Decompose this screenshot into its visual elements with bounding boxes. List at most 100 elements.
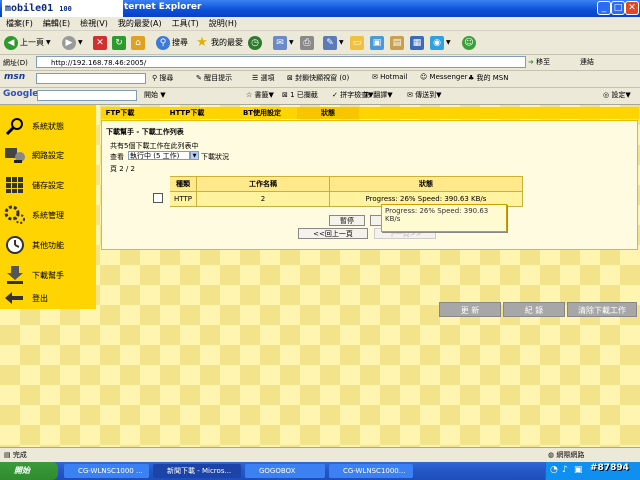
msn-popup-button[interactable]: ⊠ 封鎖快顯視窗 (0) — [287, 73, 349, 83]
menu-view[interactable]: 檢視(V) — [74, 17, 112, 29]
home-icon: ⌂ — [131, 35, 145, 50]
menu-help[interactable]: 說明(H) — [203, 17, 241, 29]
tool-icon: ▤ — [390, 35, 404, 50]
taskbar-item-cg-2[interactable]: CG-WLNSC1000... — [329, 464, 413, 478]
watermark: #87894 — [590, 463, 629, 473]
status-zone: ◍ 網際網路 — [548, 451, 585, 459]
app-icon: ◉ — [430, 35, 444, 50]
row-checkbox[interactable] — [153, 193, 163, 203]
msn-mymsn-button[interactable]: ♣ 我的 MSN — [468, 73, 508, 83]
go-arrow-icon: ➜ — [528, 58, 534, 66]
users-button[interactable]: ☺ — [462, 34, 476, 51]
folder-button[interactable]: ▭ — [350, 34, 364, 51]
page-content: 系統狀態 網路設定 儲存設定 系統管理 其他功能 下載幫手 登出 FTP下載 H… — [0, 105, 640, 447]
menu-tools[interactable]: 工具(T) — [166, 17, 203, 29]
sidebar-item-system-admin[interactable]: 系統管理 — [4, 202, 94, 228]
download-panel: 下載幫手 - 下載工作列表 共有5個下載工作在此列表中 查看 執行中 (5 工作… — [101, 120, 638, 250]
logout-arrow-icon — [4, 288, 26, 308]
msn-search-input[interactable] — [36, 73, 146, 84]
google-sendto-button[interactable]: ✉ 傳送到▼ — [407, 90, 441, 100]
google-toolbar: Google 開始 ▼ ☆ 書籤▼ ⊠ 1 已攔截 ✓ 拼字檢查▼ あ 翻譯▼ … — [0, 88, 640, 105]
go-button[interactable]: ➜ 移至 — [528, 57, 550, 67]
header-task-name: 工作名稱 — [196, 176, 330, 192]
print-icon: ⎙ — [300, 35, 314, 50]
sidebar-item-logout[interactable]: 登出 — [4, 289, 94, 307]
calendar-icon: ▦ — [410, 35, 424, 50]
address-label: 網址(D) — [3, 59, 28, 67]
tray-icon[interactable]: ◔ — [550, 465, 558, 475]
google-search-input[interactable] — [37, 90, 137, 101]
grid-icon — [4, 175, 26, 195]
taskbar-item-gogobox[interactable]: GOGOBOX — [245, 464, 325, 478]
clear-tasks-button[interactable]: 清除下載工作 — [567, 302, 637, 317]
forward-button[interactable]: ▶ ▼ — [62, 34, 83, 51]
status-tooltip: Progress: 26% Speed: 390.63 KB/s — [381, 204, 507, 232]
refresh-button[interactable]: ↻ — [112, 34, 126, 51]
minimize-icon[interactable]: _ — [597, 1, 611, 15]
search-button[interactable]: ⚲ 搜尋 — [156, 34, 188, 51]
msn-messenger-button[interactable]: ☺ Messenger — [420, 73, 468, 81]
maximize-icon[interactable]: □ — [611, 1, 625, 15]
tab-status[interactable]: 狀態 — [297, 107, 359, 119]
star-icon: ★ — [196, 34, 208, 50]
refresh-list-button[interactable]: 更 新 — [439, 302, 501, 317]
download-table: 種類 工作名稱 狀態 HTTP 2 Progress: 26% Speed: 3… — [146, 176, 523, 207]
download-icon — [4, 265, 26, 285]
skype-button[interactable]: ◉ ▼ — [430, 34, 451, 51]
google-popup-blocked[interactable]: ⊠ 1 已攔截 — [282, 90, 318, 100]
menu-favorites[interactable]: 我的最愛(A) — [112, 17, 166, 29]
forward-arrow-icon: ▶ — [62, 35, 76, 50]
taskbar: 開始 CG-WLNSC1000 ... 新聞下載 - Micros... GOG… — [0, 462, 640, 480]
view-select[interactable]: 執行中 (5 工作) — [128, 151, 190, 160]
pause-button[interactable]: 暫停 — [329, 215, 365, 226]
volume-icon[interactable]: ♪ — [562, 465, 568, 475]
menu-file[interactable]: 檔案(F) — [0, 17, 37, 29]
refresh-icon: ↻ — [112, 35, 126, 50]
mail-button[interactable]: ✉ ▼ — [273, 34, 294, 51]
back-button[interactable]: ◀ 上一頁 ▼ — [4, 34, 51, 51]
chevron-down-icon[interactable]: ▼ — [190, 151, 199, 160]
prev-page-button[interactable]: <<回上一頁 — [298, 228, 368, 239]
print-button[interactable]: ⎙ — [300, 34, 314, 51]
sidebar-item-download-helper[interactable]: 下載幫手 — [4, 262, 94, 288]
google-translate-button[interactable]: あ 翻譯▼ — [364, 90, 393, 100]
history-button[interactable]: ◷ — [248, 34, 262, 51]
msn-options-button[interactable]: ☰ 選項 — [252, 73, 275, 83]
tab-ftp-download[interactable]: FTP下載 — [101, 107, 139, 119]
network-icon — [4, 145, 26, 165]
links-button[interactable]: 連結 — [580, 57, 594, 67]
favorites-button[interactable]: ★ 我的最愛 — [195, 34, 243, 51]
sidebar-item-other[interactable]: 其他功能 — [4, 232, 94, 258]
taskbar-item-news[interactable]: 新聞下載 - Micros... — [153, 464, 241, 478]
address-input[interactable]: http://192.168.78.46:2005/ — [36, 56, 526, 68]
menu-edit[interactable]: 編輯(E) — [37, 17, 74, 29]
close-icon[interactable]: ✕ — [625, 1, 639, 15]
sidebar-item-system-status[interactable]: 系統狀態 — [4, 113, 94, 139]
tool-button[interactable]: ▤ — [390, 34, 404, 51]
msn-highlight-button[interactable]: ✎ 醒目提示 — [196, 73, 232, 83]
stop-icon: ✕ — [93, 35, 107, 50]
tab-bt-settings[interactable]: BT使用設定 — [227, 107, 297, 119]
stop-button[interactable]: ✕ — [93, 34, 107, 51]
msn-hotmail-button[interactable]: ✉ Hotmail — [372, 73, 407, 81]
view-suffix: 下載狀況 — [201, 153, 229, 161]
toolbar: ◀ 上一頁 ▼ ▶ ▼ ✕ ↻ ⌂ ⚲ 搜尋 ★ 我的最愛 ◷ ✉ ▼ ⎙ ✎ ▼ ▭ ▣ … — [0, 31, 640, 55]
calendar-button[interactable]: ▦ — [410, 34, 424, 51]
google-start-button[interactable]: 開始 ▼ — [144, 90, 166, 100]
msn-search-button[interactable]: ⚲ 搜尋 — [152, 73, 173, 83]
edit-button[interactable]: ✎ ▼ — [323, 34, 344, 51]
task-summary: 共有5個下載工作在此列表中 — [110, 142, 199, 150]
log-button[interactable]: 紀 錄 — [503, 302, 565, 317]
home-button[interactable]: ⌂ — [131, 34, 145, 51]
sidebar-item-network[interactable]: 網路設定 — [4, 142, 94, 168]
page-indicator: 頁 2 / 2 — [110, 165, 135, 173]
start-button[interactable]: 開始 — [0, 462, 58, 480]
taskbar-item-cg-1[interactable]: CG-WLNSC1000 ... — [64, 464, 149, 478]
tab-http-download[interactable]: HTTP下載 — [157, 107, 217, 119]
google-bookmarks-button[interactable]: ☆ 書籤▼ — [246, 90, 274, 100]
tab-bar: FTP下載 HTTP下載 BT使用設定 狀態 — [101, 107, 639, 119]
network-tray-icon[interactable]: ▣ — [574, 465, 583, 475]
sidebar-item-storage[interactable]: 儲存設定 — [4, 172, 94, 198]
messenger-tb-button[interactable]: ▣ — [370, 34, 384, 51]
google-settings-button[interactable]: ◎ 設定▼ — [603, 90, 631, 100]
